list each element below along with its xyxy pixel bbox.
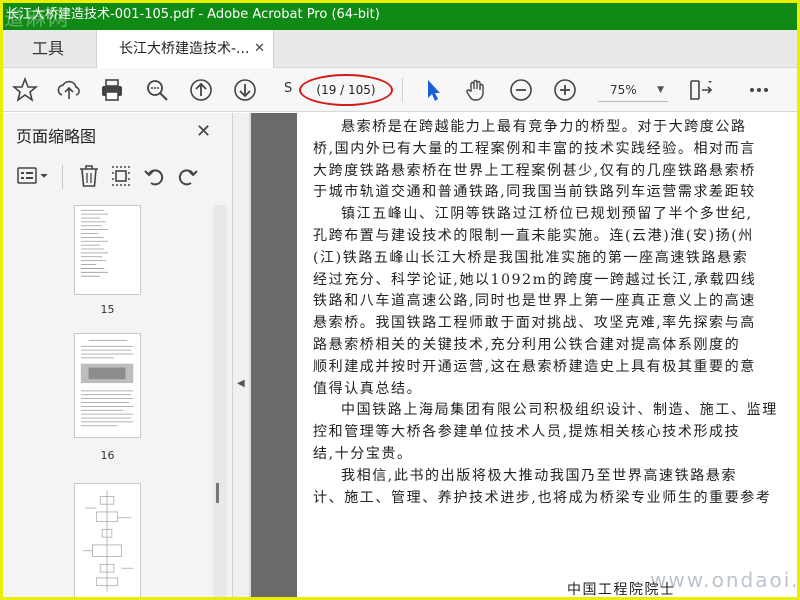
tab-bar: 工具 长江大桥建造技术-... ✕ (0, 30, 800, 68)
sidebar-scrollbar[interactable] (213, 205, 227, 600)
zoom-out-icon[interactable] (508, 77, 534, 103)
tab-tools[interactable]: 工具 (0, 30, 96, 68)
text-line: 孔跨布置与建设技术的限制一直未能实施。连(云港)淮(安)扬(州 (313, 227, 754, 244)
thumbnail-options-icon[interactable] (16, 163, 52, 189)
page-number-input[interactable]: S (284, 81, 298, 96)
text-line: 于城市轨道交通和普通铁路,同我国当前铁路列车运营需求差距较 (313, 184, 756, 201)
thumbnail-sidebar: 页面缩略图 ✕ 15 16 (0, 113, 233, 600)
title-bar: 长江大桥建造技术-001-105.pdf - Adobe Acrobat Pro… (0, 0, 800, 30)
search-icon[interactable] (144, 77, 170, 103)
tab-document[interactable]: 长江大桥建造技术-... ✕ (96, 30, 274, 68)
text-line: 镇江五峰山、江阴等铁路过江桥位已规划预留了半个多世纪, (341, 206, 753, 223)
select-arrow-icon[interactable] (420, 77, 446, 103)
extract-pages-icon[interactable] (108, 163, 134, 189)
text-line: 大跨度铁路悬索桥在世界上工程案例甚少,仅有的几座铁路悬索桥 (313, 162, 756, 179)
text-line: 路悬索桥相关的关键技术,充分利用公铁合建对提高体系刚度的 (313, 336, 741, 353)
page-text: 悬索桥是在跨越能力上最有竞争力的桥型。对于大跨度公路 桥,国内外已有大量的工程案… (313, 117, 800, 509)
thumbnail-page-15[interactable] (74, 205, 141, 295)
thumbnail-label-15: 15 (100, 303, 115, 316)
page-down-icon[interactable] (232, 77, 258, 103)
upload-icon[interactable] (56, 77, 82, 103)
page-up-icon[interactable] (188, 77, 214, 103)
sidebar-collapse-strip[interactable]: ◀ (233, 113, 249, 600)
fit-page-icon[interactable] (688, 77, 714, 103)
text-line: 悬索桥。我国铁路工程师敢于面对挑战、攻坚克难,率先探索与高 (313, 315, 756, 332)
page-indicator: (19 / 105) (316, 83, 376, 97)
text-line: 中国铁路上海局集团有限公司积极组织设计、制造、施工、监理 (341, 402, 778, 419)
window-title: 长江大桥建造技术-001-105.pdf - Adobe Acrobat Pro… (6, 7, 380, 22)
sidebar-title: 页面缩略图 (16, 127, 97, 146)
sidebar-close-icon[interactable]: ✕ (196, 121, 211, 142)
previous-page-edge (251, 113, 297, 600)
text-line: 桥,国内外已有大量的工程案例和丰富的技术实践经验。相对而言 (313, 140, 756, 157)
chevron-down-icon: ▼ (657, 85, 664, 95)
hand-icon[interactable] (464, 77, 490, 103)
print-icon[interactable] (99, 77, 125, 103)
rotate-right-icon[interactable] (174, 163, 200, 189)
rotate-left-icon[interactable] (142, 163, 168, 189)
toolbar-divider (402, 78, 403, 102)
toolbar: S (19 / 105) 75% ▼ (0, 68, 800, 112)
star-icon[interactable] (11, 76, 39, 103)
sidebar-tool-divider (62, 165, 63, 189)
tab-close-icon[interactable]: ✕ (254, 30, 265, 68)
pdf-page[interactable]: 悬索桥是在跨越能力上最有竞争力的桥型。对于大跨度公路 桥,国内外已有大量的工程案… (297, 113, 800, 600)
text-line: 计、施工、管理、养护技术进步,也将成为桥梁专业师生的重要参考 (313, 489, 772, 506)
signature-line: 中国工程院院士 (567, 582, 676, 598)
collapse-left-icon[interactable]: ◀ (237, 378, 245, 389)
trash-icon[interactable] (76, 163, 102, 189)
thumbnail-page-16[interactable] (74, 333, 141, 438)
document-view[interactable]: 悬索桥是在跨越能力上最有竞争力的桥型。对于大跨度公路 桥,国内外已有大量的工程案… (249, 113, 800, 600)
text-line: 结,十分宝贵。 (313, 445, 413, 462)
thumbnail-list[interactable]: 15 16 (0, 205, 213, 600)
text-line: 值得认真总结。 (313, 380, 423, 397)
thumbnail-page-17[interactable] (74, 483, 141, 600)
zoom-value: 75% (610, 83, 637, 97)
text-line: (江)铁路五峰山长江大桥是我国批准实施的第一座高速铁路悬索 (313, 249, 749, 266)
more-icon[interactable] (746, 77, 772, 103)
thumbnail-label-16: 16 (100, 449, 115, 462)
zoom-select[interactable]: 75% ▼ (598, 78, 668, 102)
zoom-in-icon[interactable] (552, 77, 578, 103)
text-line: 铁路和八车道高速公路,同时也是世界上第一座真正意义上的高速 (313, 293, 756, 310)
sidebar-resize-handle[interactable] (216, 483, 219, 503)
text-line: 经过充分、科学论证,她以1092m的跨度一跨越过长江,承载四线 (313, 271, 757, 288)
tab-document-label: 长江大桥建造技术-... (119, 41, 250, 57)
text-line: 我相信,此书的出版将极大推动我国乃至世界高速铁路悬索 (341, 467, 738, 484)
text-line: 顺利建成并按时开通运营,这在悬索桥建造史上具有极其重要的意 (313, 358, 756, 375)
text-line: 控和管理等大桥各参建单位技术人员,提炼相关核心技术形成技 (313, 424, 741, 441)
text-line: 悬索桥是在跨越能力上最有竞争力的桥型。对于大跨度公路 (341, 119, 747, 135)
